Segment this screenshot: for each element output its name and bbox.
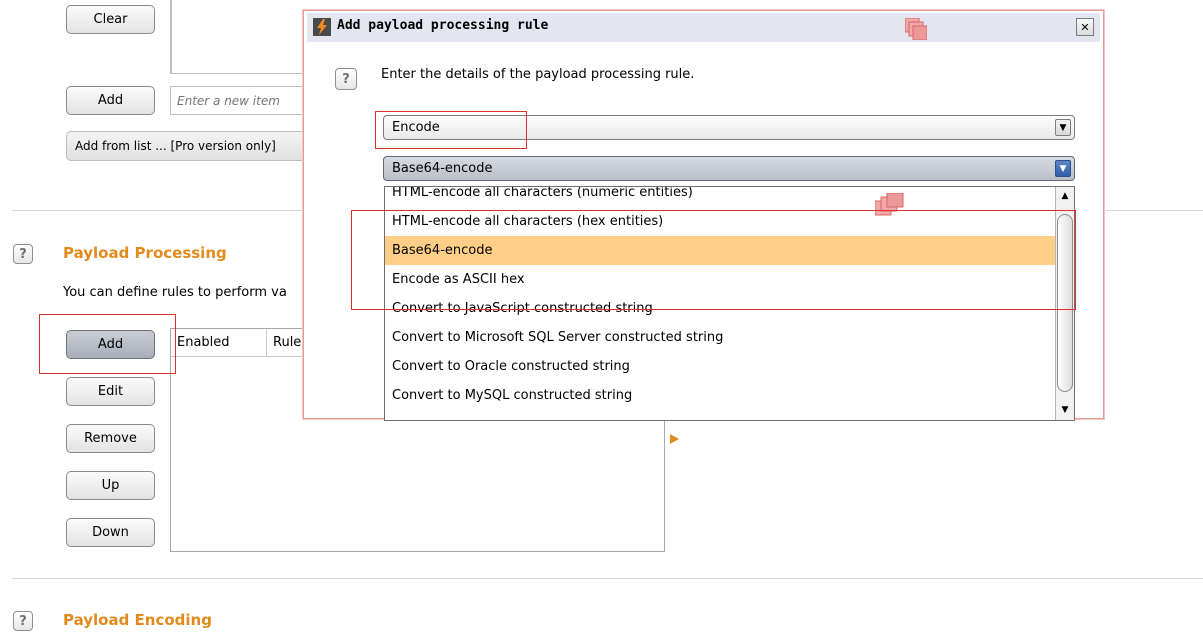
clear-button[interactable]: Clear [66,5,155,34]
chevron-down-icon[interactable]: ▼ [1055,160,1071,177]
dialog-prompt: Enter the details of the payload process… [381,67,695,82]
help-icon[interactable]: ? [13,611,33,631]
window-overlay-icon [905,18,927,40]
remove-rule-button[interactable]: Remove [66,424,155,453]
close-icon[interactable]: ✕ [1076,18,1094,36]
down-rule-button[interactable]: Down [66,518,155,547]
encoding-options-list[interactable]: HTML-encode all characters (numeric enti… [384,186,1075,421]
section-divider-bottom [12,578,1203,579]
edit-rule-button[interactable]: Edit [66,377,155,406]
up-rule-button[interactable]: Up [66,471,155,500]
window-overlay-icon [875,193,904,216]
encoding-option[interactable]: HTML-encode all characters (hex entities… [385,207,1055,236]
encoding-select[interactable]: Base64-encode ▼ [383,156,1075,181]
encoding-option[interactable]: Convert to Microsoft SQL Server construc… [385,323,1055,352]
section-title: Payload Encoding [63,611,212,629]
encoding-option[interactable]: Encode as ASCII hex [385,265,1055,294]
encoding-option[interactable]: Convert to MySQL constructed string [385,381,1055,410]
section-description: You can define rules to perform va [63,285,287,300]
add-item-button[interactable]: Add [66,86,155,115]
chevron-down-icon[interactable]: ▼ [1055,119,1071,136]
add-from-list-button[interactable]: Add from list ... [Pro version only] [66,131,306,161]
play-arrow-icon [670,434,679,444]
section-divider [12,210,306,211]
list-box-left-edge [170,0,172,74]
table-header-rule[interactable]: Rule [267,329,307,357]
options-scrollbar[interactable]: ▲ ▼ [1055,187,1074,420]
new-item-input[interactable] [170,86,306,115]
dialog-help-icon[interactable]: ? [335,68,357,90]
section-title: Payload Processing [63,244,227,262]
list-box-bottom-edge [170,73,305,74]
encoding-option[interactable]: HTML-encode all characters (numeric enti… [385,187,1055,207]
encoding-value: Base64-encode [392,161,493,176]
scrollbar-thumb[interactable] [1057,214,1073,392]
encoding-option[interactable]: Convert to Oracle constructed string [385,352,1055,381]
scroll-down-icon[interactable]: ▼ [1058,403,1072,417]
rule-type-value: Encode [392,120,440,135]
encoding-option[interactable]: Convert to JavaScript constructed string [385,294,1055,323]
burp-logo-icon [313,18,331,36]
rule-type-select[interactable]: Encode ▼ [383,115,1075,140]
table-header-enabled[interactable]: Enabled [171,329,267,357]
encoding-option[interactable]: Base64-encode [385,236,1055,265]
dialog-title-bar: Add payload processing rule ✕ [307,13,1100,42]
help-icon[interactable]: ? [13,244,33,264]
section-divider-right [1100,210,1203,211]
scroll-up-icon[interactable]: ▲ [1058,189,1072,203]
add-rule-button[interactable]: Add [66,330,155,359]
dialog-title: Add payload processing rule [337,18,549,33]
